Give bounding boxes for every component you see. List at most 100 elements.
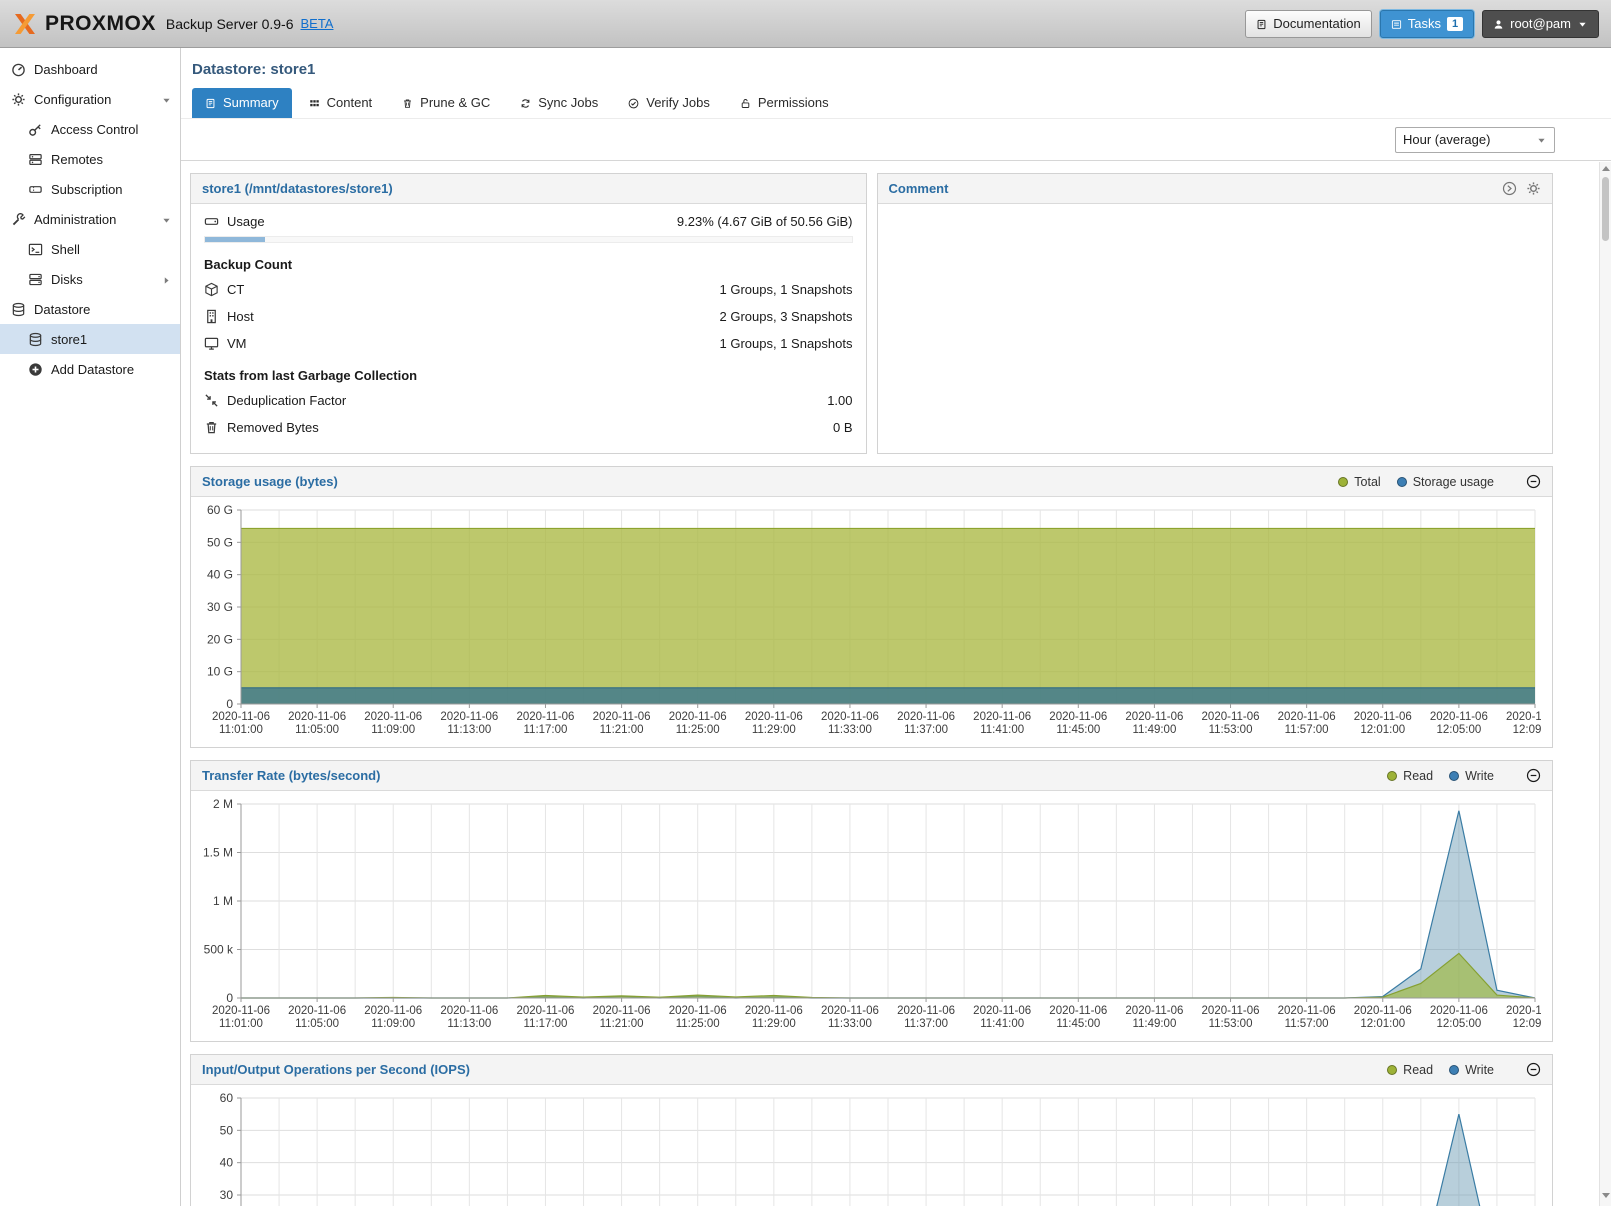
hdd-icon <box>204 214 219 229</box>
proxmox-logo: PROXMOX <box>12 11 156 37</box>
chart-title: Input/Output Operations per Second (IOPS… <box>202 1062 470 1077</box>
caret-right-icon[interactable] <box>161 274 172 285</box>
removed-bytes-value: 0 B <box>833 420 853 435</box>
sidebar-item-datastore[interactable]: Datastore <box>0 294 180 324</box>
svg-text:12:01:00: 12:01:00 <box>1360 1018 1405 1030</box>
legend-read[interactable]: Read <box>1387 1063 1433 1077</box>
caret-down-icon[interactable] <box>161 94 172 105</box>
svg-text:2020-11-06: 2020-11-06 <box>593 1005 651 1017</box>
svg-text:2020-11-06: 2020-11-06 <box>897 711 955 723</box>
svg-text:30 G: 30 G <box>207 600 233 614</box>
iops-chart: 01020304050602020-11-0611:01:002020-11-0… <box>193 1090 1541 1206</box>
sidebar-item-disks[interactable]: Disks <box>0 264 180 294</box>
user-icon <box>1493 18 1504 29</box>
tab-prune-gc[interactable]: Prune & GC <box>389 88 503 118</box>
svg-text:2020-11-06: 2020-11-06 <box>1506 711 1541 723</box>
svg-text:11:41:00: 11:41:00 <box>980 1018 1024 1030</box>
scroll-down-arrow-icon[interactable] <box>1602 1193 1610 1198</box>
transfer-rate-chart: 0500 k1 M1.5 M2 M2020-11-0611:01:002020-… <box>193 796 1541 1036</box>
user-menu-button[interactable]: root@pam <box>1482 10 1599 38</box>
collapse-icon[interactable] <box>1526 768 1541 783</box>
svg-text:40 G: 40 G <box>207 568 233 582</box>
svg-text:11:45:00: 11:45:00 <box>1056 1018 1100 1030</box>
legend-total[interactable]: Total <box>1338 475 1380 489</box>
trash-icon <box>204 420 219 435</box>
svg-text:0: 0 <box>226 991 233 1005</box>
svg-text:11:57:00: 11:57:00 <box>1285 1018 1329 1030</box>
collapse-icon[interactable] <box>1526 474 1541 489</box>
svg-text:30: 30 <box>220 1188 234 1202</box>
documentation-button[interactable]: Documentation <box>1245 10 1371 38</box>
dedup-row: Deduplication Factor 1.00 <box>191 387 866 414</box>
sidebar-item-remotes[interactable]: Remotes <box>0 144 180 174</box>
unlock-icon <box>740 97 751 108</box>
svg-text:20 G: 20 G <box>207 632 233 646</box>
storage-usage-chart: 010 G20 G30 G40 G50 G60 G2020-11-0611:01… <box>193 502 1541 742</box>
svg-text:40: 40 <box>220 1156 234 1170</box>
circle-arrow-icon[interactable] <box>1502 181 1517 196</box>
tab-label: Content <box>327 95 373 110</box>
legend-dot <box>1449 1065 1459 1075</box>
sidebar-item-dashboard[interactable]: Dashboard <box>0 54 180 84</box>
svg-text:11:09:00: 11:09:00 <box>371 724 415 736</box>
proxmox-x-icon <box>12 11 38 37</box>
legend-read[interactable]: Read <box>1387 769 1433 783</box>
sidebar-item-label: Shell <box>51 242 80 257</box>
svg-text:2020-11-06: 2020-11-06 <box>1049 1005 1107 1017</box>
tab-summary[interactable]: Summary <box>192 88 292 118</box>
gear-icon[interactable] <box>1526 181 1541 196</box>
sidebar-item-label: Remotes <box>51 152 103 167</box>
sidebar-item-subscription[interactable]: Subscription <box>0 174 180 204</box>
svg-text:2020-11-06: 2020-11-06 <box>364 711 422 723</box>
interval-select[interactable]: Hour (average) <box>1395 127 1555 153</box>
sidebar-item-access-control[interactable]: Access Control <box>0 114 180 144</box>
documentation-icon <box>1256 18 1267 29</box>
svg-text:2020-11-06: 2020-11-06 <box>440 1005 498 1017</box>
svg-text:11:53:00: 11:53:00 <box>1209 1018 1253 1030</box>
svg-text:2020-11-06: 2020-11-06 <box>1202 1005 1260 1017</box>
tab-verify-jobs[interactable]: Verify Jobs <box>615 88 723 118</box>
trash-icon <box>402 97 413 108</box>
beta-link[interactable]: BETA <box>300 16 333 31</box>
scrollbar-thumb[interactable] <box>1602 177 1609 241</box>
scroll-up-arrow-icon[interactable] <box>1602 166 1610 171</box>
tab-sync-jobs[interactable]: Sync Jobs <box>507 88 611 118</box>
sidebar-item-configuration[interactable]: Configuration <box>0 84 180 114</box>
comment-body[interactable] <box>878 204 1553 453</box>
caret-down-icon[interactable] <box>161 214 172 225</box>
sidebar-item-shell[interactable]: Shell <box>0 234 180 264</box>
svg-text:2020-11-06: 2020-11-06 <box>821 1005 879 1017</box>
svg-text:11:57:00: 11:57:00 <box>1285 724 1329 736</box>
legend-write[interactable]: Write <box>1449 769 1494 783</box>
sidebar-item-label: Access Control <box>51 122 138 137</box>
svg-text:11:33:00: 11:33:00 <box>828 724 872 736</box>
svg-text:2020-11-06: 2020-11-06 <box>745 1005 803 1017</box>
chart-title: Storage usage (bytes) <box>202 474 338 489</box>
tab-content[interactable]: Content <box>296 88 386 118</box>
legend-write[interactable]: Write <box>1449 1063 1494 1077</box>
sidebar-item-store1[interactable]: store1 <box>0 324 180 354</box>
svg-text:11:37:00: 11:37:00 <box>904 1018 948 1030</box>
iops-panel: Input/Output Operations per Second (IOPS… <box>190 1054 1553 1206</box>
legend-storage-usage[interactable]: Storage usage <box>1397 475 1494 489</box>
sidebar-item-administration[interactable]: Administration <box>0 204 180 234</box>
page-title: Datastore: store1 <box>181 48 1611 88</box>
svg-text:2020-11-06: 2020-11-06 <box>1278 1005 1336 1017</box>
svg-text:11:13:00: 11:13:00 <box>447 724 491 736</box>
svg-text:60: 60 <box>220 1091 234 1105</box>
ticket-icon <box>28 182 43 197</box>
tab-permissions[interactable]: Permissions <box>727 88 842 118</box>
tab-label: Sync Jobs <box>538 95 598 110</box>
ct-row: CT 1 Groups, 1 Snapshots <box>191 276 866 303</box>
svg-text:1 M: 1 M <box>213 894 233 908</box>
svg-text:11:49:00: 11:49:00 <box>1132 1018 1176 1030</box>
tasks-button[interactable]: Tasks 1 <box>1380 10 1474 38</box>
tasks-label: Tasks <box>1408 16 1441 31</box>
sidebar-item-add-datastore[interactable]: Add Datastore <box>0 354 180 384</box>
svg-text:11:05:00: 11:05:00 <box>295 724 339 736</box>
dedup-label: Deduplication Factor <box>227 393 346 408</box>
collapse-icon[interactable] <box>1526 1062 1541 1077</box>
vertical-scrollbar[interactable] <box>1599 162 1611 1206</box>
grid-icon <box>309 97 320 108</box>
svg-text:2020-11-06: 2020-11-06 <box>973 711 1031 723</box>
